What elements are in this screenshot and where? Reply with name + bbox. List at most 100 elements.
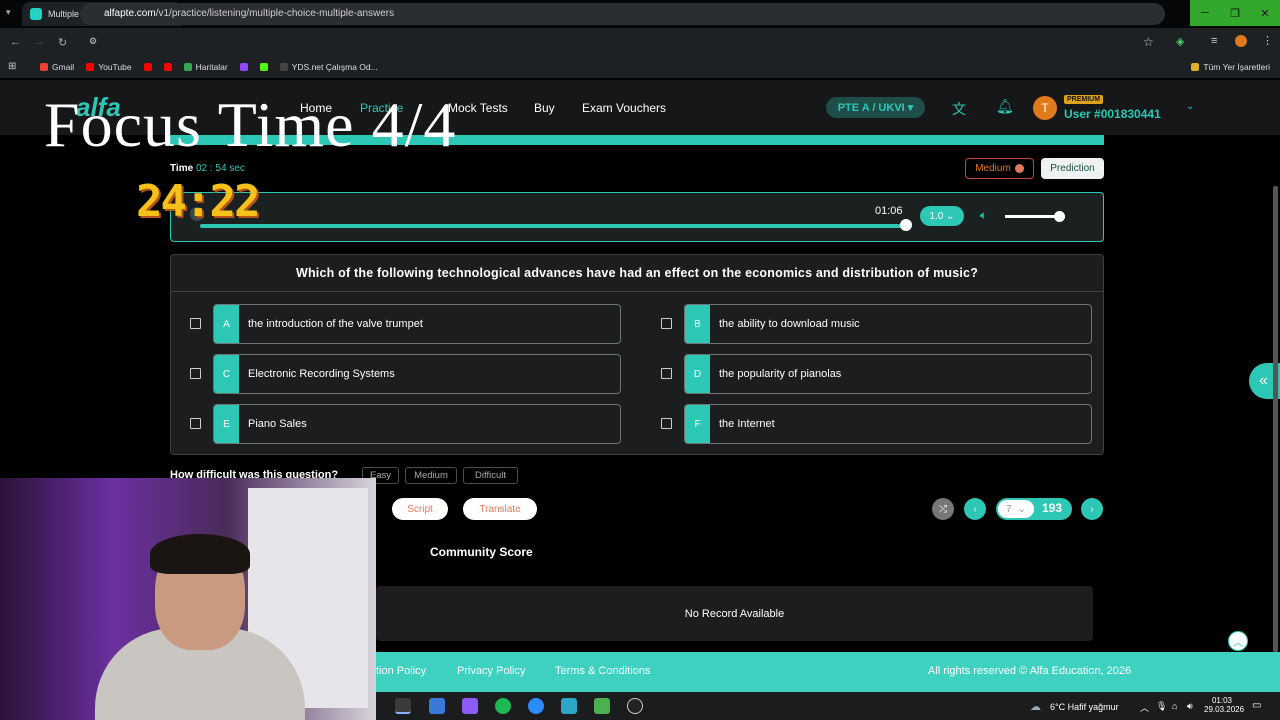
address-bar[interactable]: alfapte.com/v1/practice/listening/multip… — [80, 3, 1165, 25]
kick-icon — [259, 63, 268, 71]
spotify-taskbar-icon[interactable] — [495, 698, 511, 714]
bookmark-gmail[interactable]: Gmail — [40, 62, 74, 72]
playback-speed-select[interactable]: 1.0 ⌄ — [920, 206, 964, 226]
time-label: Time 02 : 54 sec — [170, 163, 245, 174]
office-taskbar-icon[interactable] — [429, 698, 445, 714]
profile-icon[interactable] — [1235, 35, 1247, 47]
option-text: the introduction of the valve trumpet — [248, 318, 423, 330]
option-f-checkbox[interactable] — [661, 418, 672, 429]
zoom-taskbar-icon[interactable] — [528, 698, 544, 714]
bookmark-label: Gmail — [52, 62, 75, 72]
weather-text[interactable]: 6°C Hafif yağmur — [1050, 702, 1119, 712]
footer-link-policy[interactable]: tion Policy — [376, 665, 426, 677]
webcam-overlay — [0, 478, 376, 720]
site-info-icon[interactable]: ⚙ — [89, 36, 97, 47]
audio-progress-knob[interactable] — [900, 219, 912, 231]
no-record-text: No Record Available — [684, 607, 785, 620]
user-id[interactable]: User #001830441 — [1064, 107, 1161, 121]
difficulty-medium-button[interactable]: Medium — [405, 467, 457, 484]
app2-taskbar-icon[interactable] — [594, 698, 610, 714]
next-page-icon[interactable]: › — [1081, 498, 1103, 520]
option-f[interactable]: Fthe Internet — [684, 404, 1092, 444]
menu-icon[interactable]: ⋮ — [1262, 34, 1273, 47]
exam-selector[interactable]: PTE A / UKVI ▾ — [826, 97, 925, 118]
bookmark-star-icon[interactable]: ☆ — [1143, 35, 1154, 49]
footer-copyright: All rights reserved © Alfa Education, 20… — [928, 665, 1132, 677]
youtube-icon — [86, 63, 95, 71]
nav-buy[interactable]: Buy — [534, 101, 555, 115]
option-a-checkbox[interactable] — [190, 318, 201, 329]
no-record-panel: No Record Available — [376, 586, 1093, 641]
bookmark-yds[interactable]: YDS.net Çalışma Od... — [279, 62, 378, 72]
volume-icon[interactable]: 🔈︎ — [980, 208, 987, 223]
option-d-checkbox[interactable] — [661, 368, 672, 379]
difficulty-badge[interactable]: Medium — [965, 158, 1034, 179]
network-icon[interactable]: ⌂ — [1172, 701, 1177, 711]
volume-knob[interactable] — [1054, 211, 1065, 222]
bookmark-kick[interactable] — [259, 63, 268, 71]
all-bookmarks-label: Tüm Yer İşaretleri — [1203, 62, 1270, 72]
option-d[interactable]: Dthe popularity of pianolas — [684, 354, 1092, 394]
option-e[interactable]: E Piano Sales — [213, 404, 621, 444]
bookmark-youtube-3[interactable] — [163, 63, 172, 71]
media-icon[interactable]: ≡ — [1211, 35, 1217, 47]
speaker-icon[interactable]: 🔊︎ — [1187, 701, 1193, 712]
audio-progress-bar[interactable] — [200, 224, 905, 228]
info-icon — [1014, 164, 1024, 173]
shuffle-icon[interactable]: ⤮ — [932, 498, 954, 520]
chevron-down-icon[interactable]: ⌄ — [1186, 101, 1194, 112]
reload-icon[interactable]: ↻ — [58, 36, 67, 49]
taskbar-clock[interactable]: 01:03 29.03.2026 — [1204, 696, 1244, 714]
apps-grid-icon[interactable]: ⊞ — [8, 61, 16, 72]
back-icon[interactable]: ← — [10, 36, 21, 48]
youtube-icon — [143, 63, 152, 71]
page-select[interactable]: 7 ⌄ — [998, 500, 1034, 518]
premium-badge: PREMIUM — [1064, 95, 1104, 104]
all-bookmarks[interactable]: Tüm Yer İşaretleri — [1191, 62, 1270, 72]
tray-chevron-icon[interactable]: ︿ — [1140, 701, 1149, 714]
option-e-checkbox[interactable] — [190, 418, 201, 429]
folder-icon — [1191, 63, 1200, 71]
prediction-button[interactable]: Prediction — [1041, 158, 1104, 179]
nav-exam-vouchers[interactable]: Exam Vouchers — [582, 101, 666, 115]
screen: ▾ Multiple Choice, Multiple Ansv ✕ + ─ ❐… — [0, 0, 1280, 720]
option-letter: E — [214, 405, 239, 443]
option-b[interactable]: Bthe ability to download music — [684, 304, 1092, 344]
nav-mock-tests[interactable]: Mock Tests — [448, 101, 508, 115]
site-favicon-icon — [30, 8, 42, 20]
close-window-icon[interactable]: ✕ — [1250, 0, 1280, 26]
chrome-taskbar-icon[interactable] — [395, 698, 411, 714]
bookmark-youtube[interactable]: YouTube — [86, 62, 132, 72]
forward-icon[interactable]: → — [34, 36, 45, 48]
translate-icon[interactable]: 文 — [952, 99, 966, 119]
minimize-icon[interactable]: ─ — [1190, 0, 1220, 26]
option-c[interactable]: C Electronic Recording Systems — [213, 354, 621, 394]
bookmark-twitch[interactable] — [239, 63, 248, 71]
footer-link-privacy[interactable]: Privacy Policy — [457, 665, 525, 677]
tab-list-icon[interactable]: ▾ — [6, 7, 11, 18]
extension-icon[interactable]: ◈ — [1176, 35, 1184, 48]
difficulty-difficult-button[interactable]: Difficult — [463, 467, 518, 484]
option-a[interactable]: Athe introduction of the valve trumpet — [213, 304, 621, 344]
gmail-icon — [40, 63, 48, 71]
prev-page-icon[interactable]: ‹ — [964, 498, 986, 520]
app-taskbar-icon[interactable] — [561, 698, 577, 714]
avatar[interactable]: T — [1033, 96, 1057, 120]
translate-button[interactable]: Translate — [463, 498, 537, 520]
bookmark-youtube-2[interactable] — [143, 63, 152, 71]
obs-taskbar-icon[interactable] — [627, 698, 643, 714]
copilot-taskbar-icon[interactable] — [462, 698, 478, 714]
scroll-top-icon[interactable]: ︿ — [1228, 631, 1248, 651]
bookmark-maps[interactable]: Haritalar — [183, 62, 228, 72]
script-button[interactable]: Script — [392, 498, 448, 520]
notifications-icon[interactable]: ▭ — [1252, 700, 1261, 711]
option-letter: F — [685, 405, 710, 443]
microphone-icon[interactable]: 🎙︎ — [1156, 701, 1167, 712]
footer-link-terms[interactable]: Terms & Conditions — [555, 665, 650, 677]
option-b-checkbox[interactable] — [661, 318, 672, 329]
bell-icon[interactable]: 🔔︎ — [996, 98, 1014, 115]
option-c-checkbox[interactable] — [190, 368, 201, 379]
maximize-icon[interactable]: ❐ — [1220, 0, 1250, 26]
scrollbar[interactable] — [1273, 186, 1278, 652]
bookmarks-bar: ⊞ Gmail YouTube Haritalar YDS.net Çalışm… — [0, 56, 1280, 78]
